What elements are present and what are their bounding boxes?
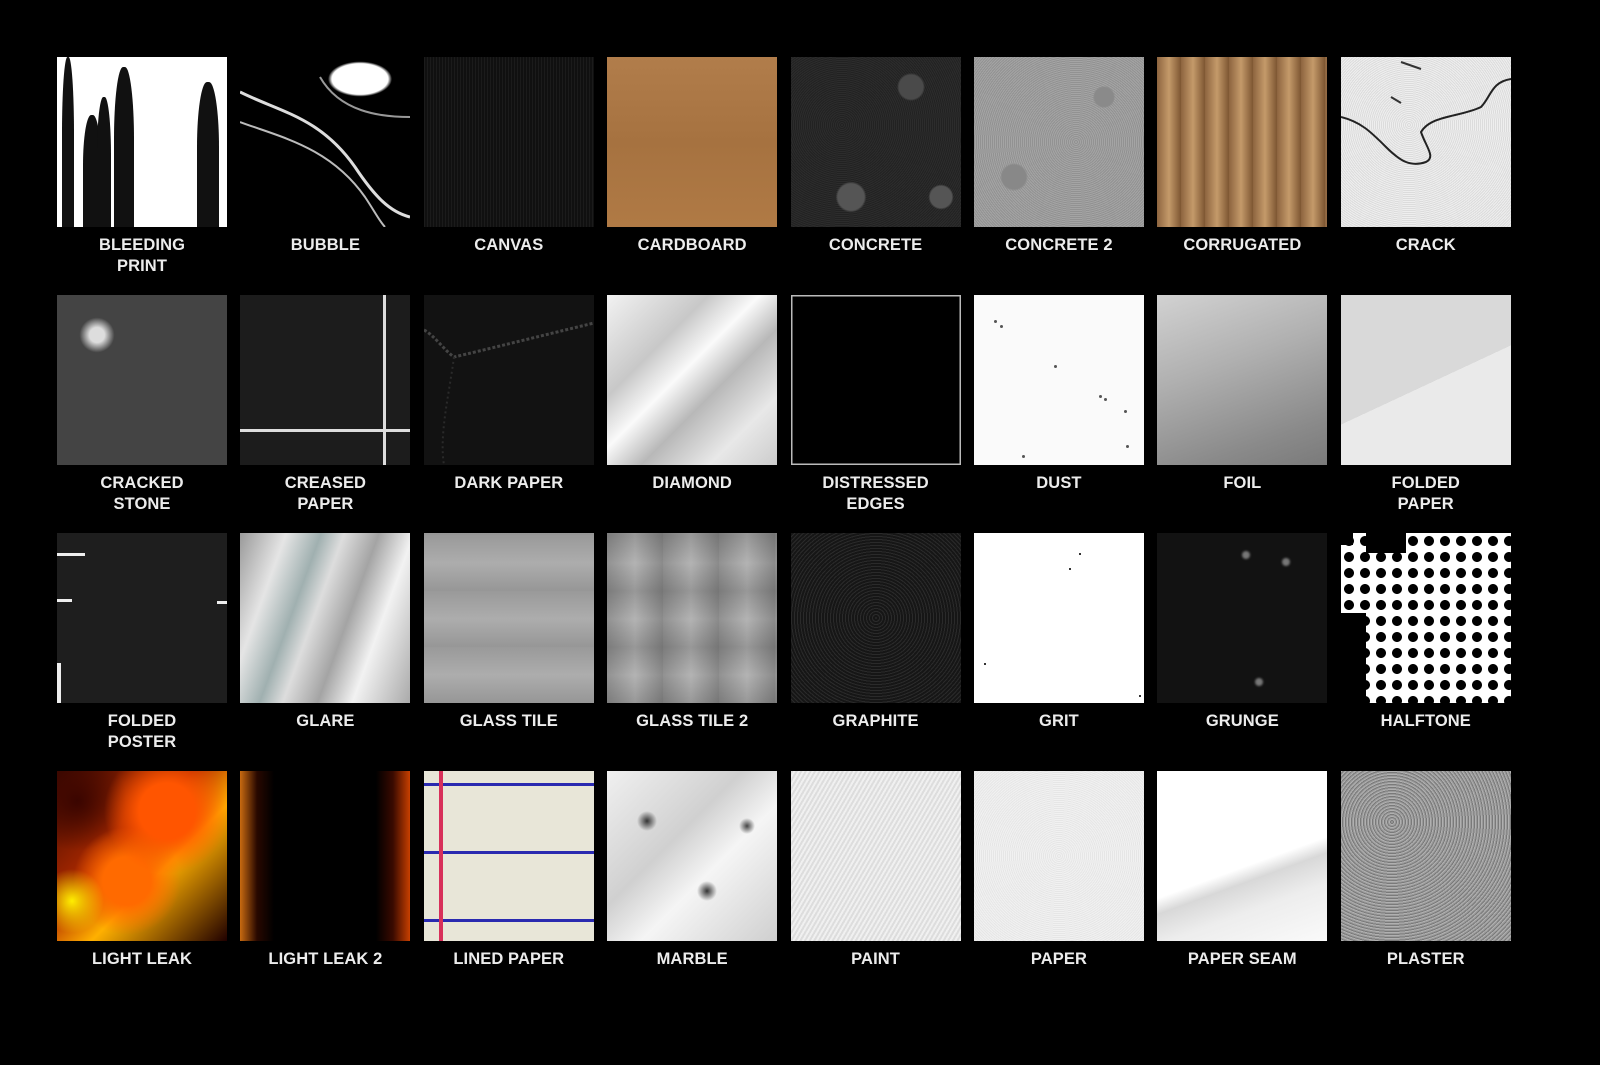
texture-swatch-crack [1340, 57, 1511, 227]
texture-label: CRACK [1395, 236, 1456, 254]
texture-swatch-distressed-edges [790, 295, 961, 465]
texture-item-glass-tile-2[interactable]: GLASS TILE 2 [607, 533, 778, 771]
texture-label: GLASS TILE [459, 712, 558, 730]
texture-label: CRACKED STONE [100, 474, 184, 513]
texture-swatch-marble [607, 771, 778, 941]
texture-item-folded-paper[interactable]: FOLDED PAPER [1340, 295, 1511, 533]
texture-label: CONCRETE 2 [1005, 236, 1113, 254]
texture-item-glare[interactable]: GLARE [240, 533, 411, 771]
texture-label: PAPER SEAM [1187, 950, 1297, 968]
texture-label: FOIL [1223, 474, 1262, 492]
texture-item-dark-paper[interactable]: DARK PAPER [423, 295, 594, 533]
texture-swatch-grit [973, 533, 1144, 703]
texture-label: DUST [1036, 474, 1082, 492]
texture-swatch-corrugated [1157, 57, 1328, 227]
texture-swatch-bleeding-print [57, 57, 227, 227]
texture-label: LIGHT LEAK [92, 950, 192, 968]
texture-item-diamond[interactable]: DIAMOND [607, 295, 778, 533]
texture-item-halftone[interactable]: HALFTONE [1340, 533, 1511, 771]
texture-item-paint[interactable]: PAINT [790, 771, 961, 1009]
texture-swatch-light-leak-2 [240, 771, 411, 941]
texture-label: PAINT [851, 950, 900, 968]
texture-swatch-graphite [790, 533, 961, 703]
texture-swatch-paint [790, 771, 961, 941]
texture-label: PAPER [1030, 950, 1088, 968]
texture-label: LIGHT LEAK 2 [268, 950, 383, 968]
texture-item-creased-paper[interactable]: CREASED PAPER [240, 295, 411, 533]
texture-swatch-paper-seam [1157, 771, 1328, 941]
texture-label: MARBLE [656, 950, 728, 968]
texture-swatch-creased-paper [240, 295, 411, 465]
texture-item-glass-tile[interactable]: GLASS TILE [423, 533, 594, 771]
texture-swatch-grunge [1157, 533, 1328, 703]
texture-swatch-glare [240, 533, 411, 703]
texture-label: DISTRESSED EDGES [822, 474, 929, 513]
texture-item-distressed-edges[interactable]: DISTRESSED EDGES [790, 295, 961, 533]
texture-label: BLEEDING PRINT [98, 236, 186, 275]
texture-label: GRIT [1039, 712, 1079, 730]
texture-swatch-glass-tile [423, 533, 594, 703]
texture-label: DIAMOND [652, 474, 732, 492]
texture-swatch-lined-paper [423, 771, 594, 941]
texture-item-dust[interactable]: DUST [973, 295, 1144, 533]
texture-label: CANVAS [474, 236, 544, 254]
texture-swatch-paper [973, 771, 1144, 941]
texture-label: PLASTER [1386, 950, 1465, 968]
texture-label: DARK PAPER [454, 474, 564, 492]
texture-item-concrete[interactable]: CONCRETE [790, 57, 961, 295]
texture-item-plaster[interactable]: PLASTER [1340, 771, 1511, 1009]
texture-swatch-folded-poster [57, 533, 227, 703]
texture-item-foil[interactable]: FOIL [1157, 295, 1328, 533]
texture-swatch-cracked-stone [57, 295, 227, 465]
texture-item-bleeding-print[interactable]: BLEEDING PRINT [57, 57, 227, 295]
texture-swatch-cardboard [607, 57, 778, 227]
texture-item-light-leak[interactable]: LIGHT LEAK [57, 771, 227, 1009]
texture-item-corrugated[interactable]: CORRUGATED [1157, 57, 1328, 295]
texture-item-concrete-2[interactable]: CONCRETE 2 [973, 57, 1144, 295]
texture-label: FOLDED PAPER [1391, 474, 1460, 513]
texture-label: BUBBLE [290, 236, 361, 254]
texture-label: FOLDED POSTER [107, 712, 177, 751]
texture-item-canvas[interactable]: CANVAS [423, 57, 594, 295]
texture-label: CORRUGATED [1183, 236, 1302, 254]
texture-swatch-bubble [240, 57, 411, 227]
texture-item-cracked-stone[interactable]: CRACKED STONE [57, 295, 227, 533]
texture-swatch-halftone [1340, 533, 1511, 703]
texture-item-grunge[interactable]: GRUNGE [1157, 533, 1328, 771]
texture-swatch-dark-paper [423, 295, 594, 465]
texture-item-graphite[interactable]: GRAPHITE [790, 533, 961, 771]
texture-label: CONCRETE [828, 236, 923, 254]
texture-item-paper[interactable]: PAPER [973, 771, 1144, 1009]
texture-swatch-concrete-2 [973, 57, 1144, 227]
texture-item-marble[interactable]: MARBLE [607, 771, 778, 1009]
texture-item-cardboard[interactable]: CARDBOARD [607, 57, 778, 295]
texture-swatch-diamond [607, 295, 778, 465]
texture-catalog-page: { "textures": [ {"key":"bleeding-print",… [0, 0, 1568, 1044]
texture-label: GRUNGE [1205, 712, 1279, 730]
texture-item-light-leak-2[interactable]: LIGHT LEAK 2 [240, 771, 411, 1009]
texture-swatch-dust [973, 295, 1144, 465]
texture-label: HALFTONE [1380, 712, 1471, 730]
texture-item-paper-seam[interactable]: PAPER SEAM [1157, 771, 1328, 1009]
texture-swatch-canvas [423, 57, 594, 227]
texture-label: CARDBOARD [637, 236, 747, 254]
texture-label: CREASED PAPER [284, 474, 367, 513]
texture-item-bubble[interactable]: BUBBLE [240, 57, 411, 295]
texture-swatch-foil [1157, 295, 1328, 465]
texture-label: GLARE [296, 712, 355, 730]
texture-swatch-light-leak [57, 771, 227, 941]
texture-label: GRAPHITE [832, 712, 919, 730]
texture-item-folded-poster[interactable]: FOLDED POSTER [57, 533, 227, 771]
texture-label: GLASS TILE 2 [636, 712, 749, 730]
texture-swatch-folded-paper [1340, 295, 1511, 465]
texture-swatch-glass-tile-2 [607, 533, 778, 703]
texture-swatch-plaster [1340, 771, 1511, 941]
texture-item-lined-paper[interactable]: LINED PAPER [423, 771, 594, 1009]
texture-item-grit[interactable]: GRIT [973, 533, 1144, 771]
texture-grid: BLEEDING PRINT BUBBLE CANVAS CARDBOARD C… [57, 57, 1511, 1009]
texture-swatch-concrete [790, 57, 961, 227]
texture-label: LINED PAPER [453, 950, 565, 968]
texture-item-crack[interactable]: CRACK [1340, 57, 1511, 295]
